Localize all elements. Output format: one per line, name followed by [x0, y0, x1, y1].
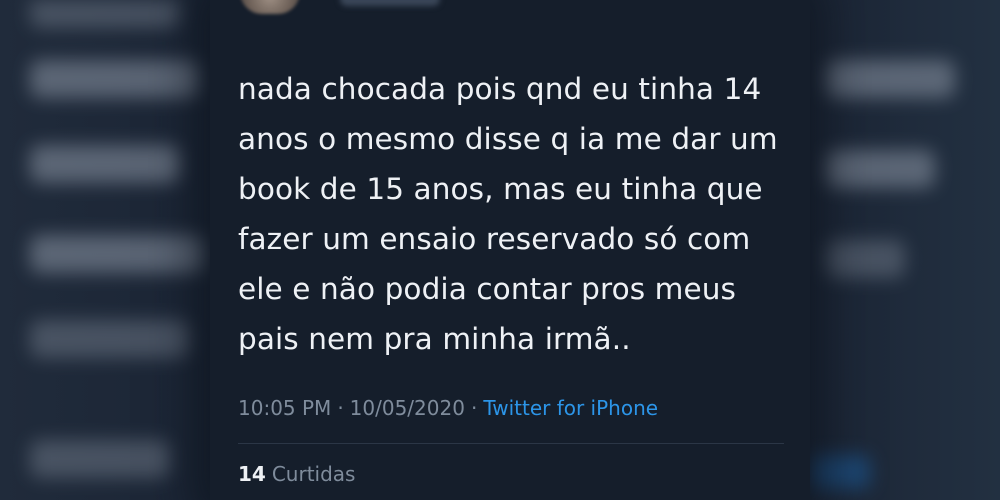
user-handle[interactable]: [340, 0, 440, 6]
tweet-source-link[interactable]: Twitter for iPhone: [483, 396, 658, 420]
likes-label: Curtidas: [271, 462, 356, 486]
blurred-background-left: [0, 0, 220, 500]
likes-link[interactable]: 14 Curtidas: [238, 462, 355, 486]
avatar[interactable]: [240, 0, 300, 14]
tweet-time: 10:05 PM: [238, 396, 332, 420]
divider: [238, 443, 784, 444]
screenshot-stage: nada chocada pois qnd eu tinha 14 anos o…: [0, 0, 1000, 500]
blurred-background-right: [800, 0, 1000, 500]
tweet-meta: 10:05 PM · 10/05/2020 · Twitter for iPhone: [238, 396, 658, 420]
tweet-date: 10/05/2020: [349, 396, 465, 420]
meta-separator: ·: [337, 396, 344, 420]
meta-separator: ·: [470, 396, 478, 420]
likes-count: 14: [238, 462, 266, 486]
tweet-text: nada chocada pois qnd eu tinha 14 anos o…: [238, 72, 778, 356]
tweet-detail: nada chocada pois qnd eu tinha 14 anos o…: [210, 0, 810, 500]
